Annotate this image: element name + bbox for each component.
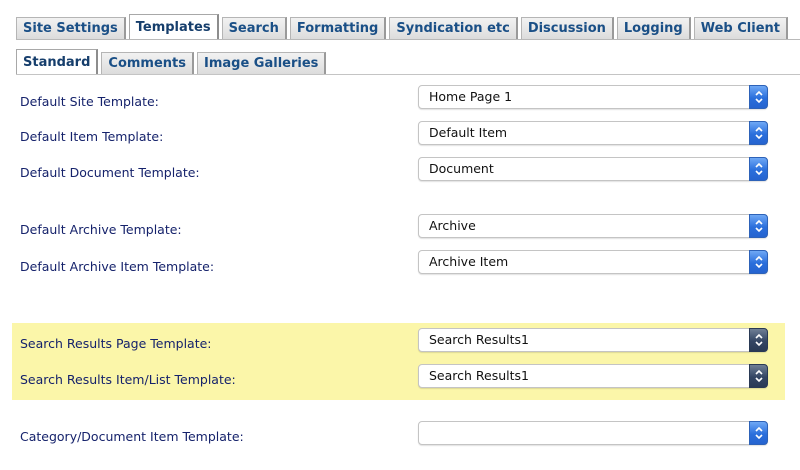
tab-search[interactable]: Search (221, 17, 287, 39)
chevron-up-down-icon (749, 421, 768, 445)
search-results-page-template-select[interactable]: Search Results1 (418, 328, 768, 352)
default-site-template-select[interactable]: Home Page 1 (418, 85, 768, 109)
default-item-template-label: Default Item Template: (20, 129, 164, 144)
select-value: Home Page 1 (429, 89, 513, 104)
search-results-page-template-label: Search Results Page Template: (20, 336, 212, 351)
subtab-bar-divider (16, 74, 800, 75)
chevron-up-down-icon (749, 214, 768, 238)
sub-tab-bar: Standard Comments Image Galleries (16, 49, 329, 74)
default-document-template-select[interactable]: Document (418, 157, 768, 181)
subtab-comments[interactable]: Comments (101, 52, 194, 74)
chevron-up-down-icon (749, 85, 768, 109)
default-item-template-select[interactable]: Default Item (418, 121, 768, 145)
default-archive-template-select[interactable]: Archive (418, 214, 768, 238)
subtab-image-galleries[interactable]: Image Galleries (197, 52, 327, 74)
default-document-template-label: Default Document Template: (20, 165, 200, 180)
category-document-item-template-select[interactable] (418, 421, 768, 445)
tab-formatting[interactable]: Formatting (289, 17, 387, 39)
main-tab-bar: Site Settings Templates Search Formattin… (16, 14, 791, 39)
select-value: Search Results1 (429, 332, 530, 347)
subtab-standard[interactable]: Standard (16, 49, 99, 74)
tab-discussion[interactable]: Discussion (520, 17, 614, 39)
select-value: Archive (429, 218, 476, 233)
search-results-item-template-label: Search Results Item/List Template: (20, 372, 236, 387)
select-value: Archive Item (429, 254, 509, 269)
category-document-item-template-label: Category/Document Item Template: (20, 429, 244, 444)
tab-syndication[interactable]: Syndication etc (389, 17, 518, 39)
chevron-up-down-icon (749, 328, 768, 352)
search-results-item-template-select[interactable]: Search Results1 (418, 364, 768, 388)
chevron-up-down-icon (749, 364, 768, 388)
default-archive-item-template-label: Default Archive Item Template: (20, 259, 215, 274)
default-archive-template-label: Default Archive Template: (20, 222, 182, 237)
chevron-up-down-icon (749, 250, 768, 274)
default-site-template-label: Default Site Template: (20, 94, 159, 109)
tab-bar-divider (16, 39, 800, 40)
tab-logging[interactable]: Logging (616, 17, 691, 39)
chevron-up-down-icon (749, 157, 768, 181)
select-value: Default Item (429, 125, 508, 140)
tab-templates[interactable]: Templates (128, 14, 219, 39)
select-value: Search Results1 (429, 368, 530, 383)
tab-site-settings[interactable]: Site Settings (16, 17, 126, 39)
select-value: Document (429, 161, 494, 176)
default-archive-item-template-select[interactable]: Archive Item (418, 250, 768, 274)
tab-web-client[interactable]: Web Client (693, 17, 788, 39)
chevron-up-down-icon (749, 121, 768, 145)
